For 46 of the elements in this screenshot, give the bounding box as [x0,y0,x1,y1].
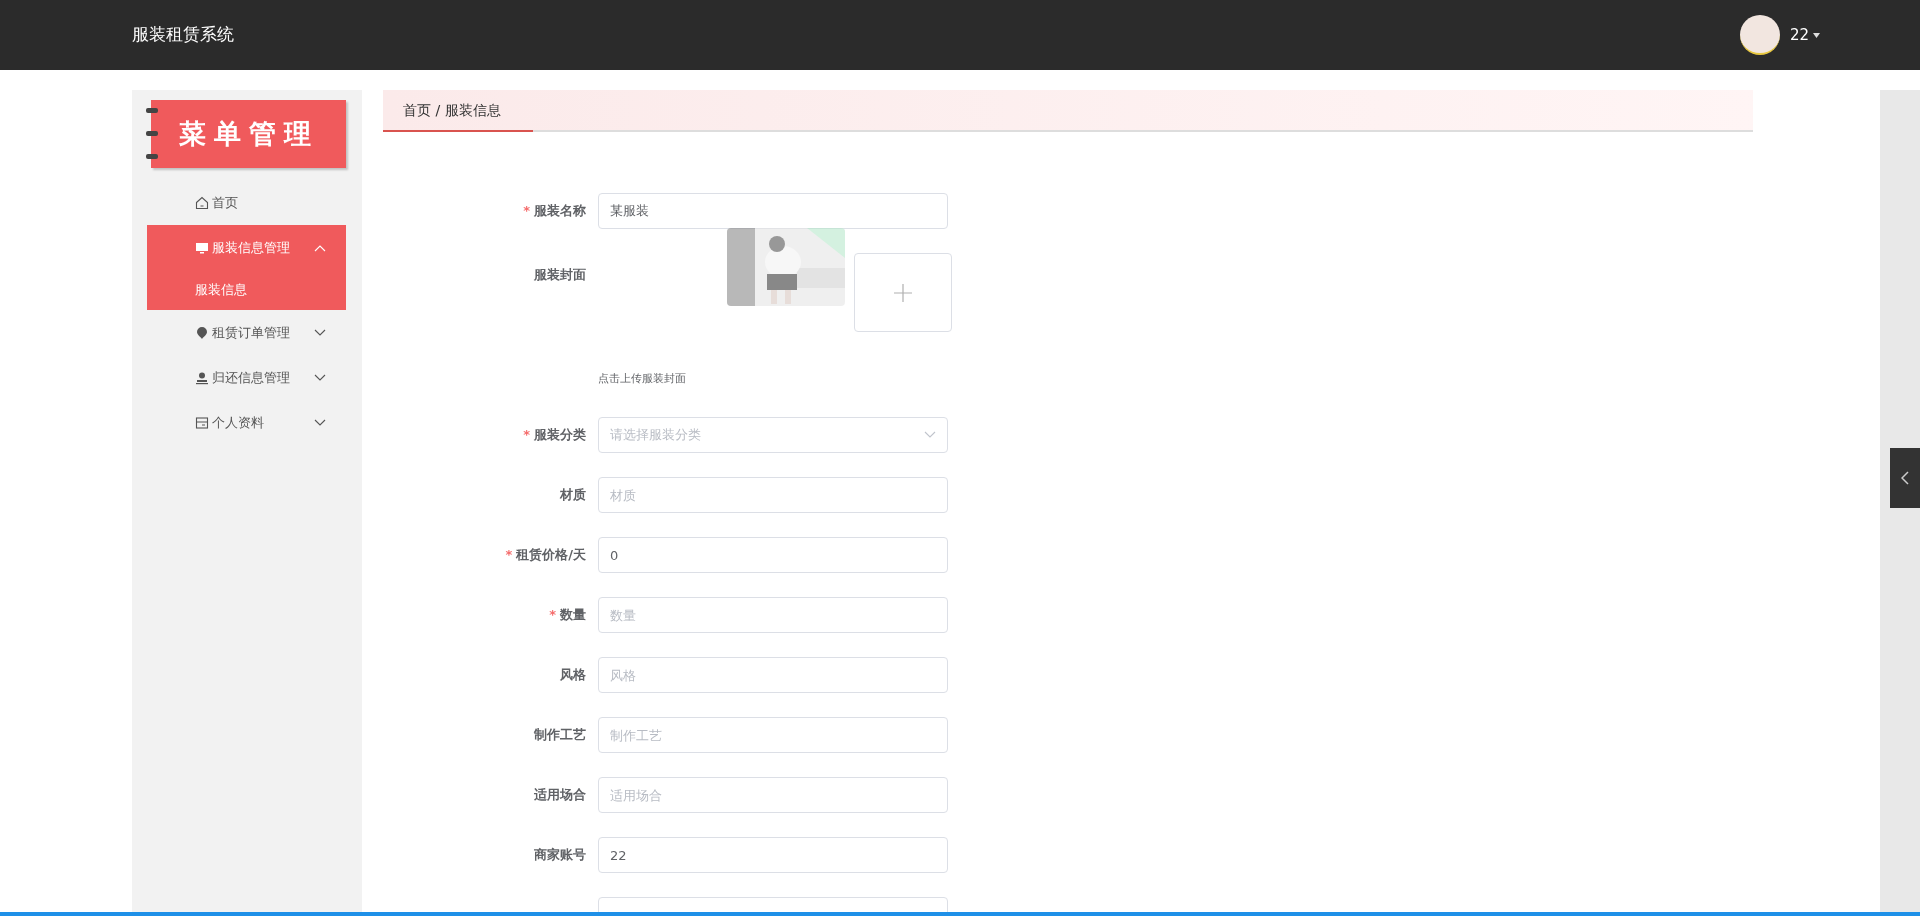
card-icon [195,415,209,430]
chevron-left-icon [1901,471,1909,485]
chevron-down-icon [924,431,936,439]
breadcrumb: 首页 / 服装信息 [383,90,533,132]
chevron-down-icon [314,418,326,427]
chevron-down-icon [314,328,326,337]
required-mark: * [505,546,513,565]
field-label: 商家账号 [534,846,586,865]
field-label: 制作工艺 [534,726,586,745]
field-label: 服装分类 [534,426,586,445]
field-label: 材质 [560,486,586,505]
input-field[interactable]: 数量 [598,597,948,633]
input-field[interactable]: 材质 [598,477,948,513]
monitor-icon [195,240,209,255]
field-label: 数量 [560,606,586,625]
menu-item[interactable]: 首页 [147,180,346,225]
upload-hint: 点击上传服装封面 [598,371,686,387]
field-label: 风格 [560,666,586,685]
avatar[interactable] [1739,15,1780,55]
input-field[interactable]: 风格 [598,657,948,693]
chevron-up-icon [314,243,326,252]
required-mark: * [523,426,530,445]
ring-binding-icon [146,106,158,162]
user-menu[interactable]: 22 [1789,23,1820,47]
user-icon [195,370,209,385]
required-mark: * [523,202,530,221]
menu-item[interactable]: 租赁订单管理 [147,310,346,355]
plus-icon [893,282,913,303]
input-field[interactable]: 某服装 [598,193,948,229]
field-label: 服装名称 [534,202,586,221]
menu-item[interactable]: 归还信息管理 [147,355,346,400]
home-icon [195,195,209,210]
input-field[interactable]: 适用场合 [598,777,948,813]
menu-item[interactable]: 个人资料 [147,400,346,445]
field-label: 服装封面 [534,266,586,284]
collapse-tab[interactable] [1890,448,1920,508]
app-title: 服装租赁系统 [132,23,234,47]
field-label: 适用场合 [534,786,586,805]
caret-icon [1813,32,1820,38]
input-field[interactable]: 0 [598,537,948,573]
chevron-down-icon [314,373,326,382]
input-field[interactable]: 22 [598,837,948,873]
input-field[interactable]: 制作工艺 [598,717,948,753]
field-label: 租赁价格/天 [516,546,586,565]
pin-icon [195,325,209,340]
required-mark: * [549,606,556,625]
